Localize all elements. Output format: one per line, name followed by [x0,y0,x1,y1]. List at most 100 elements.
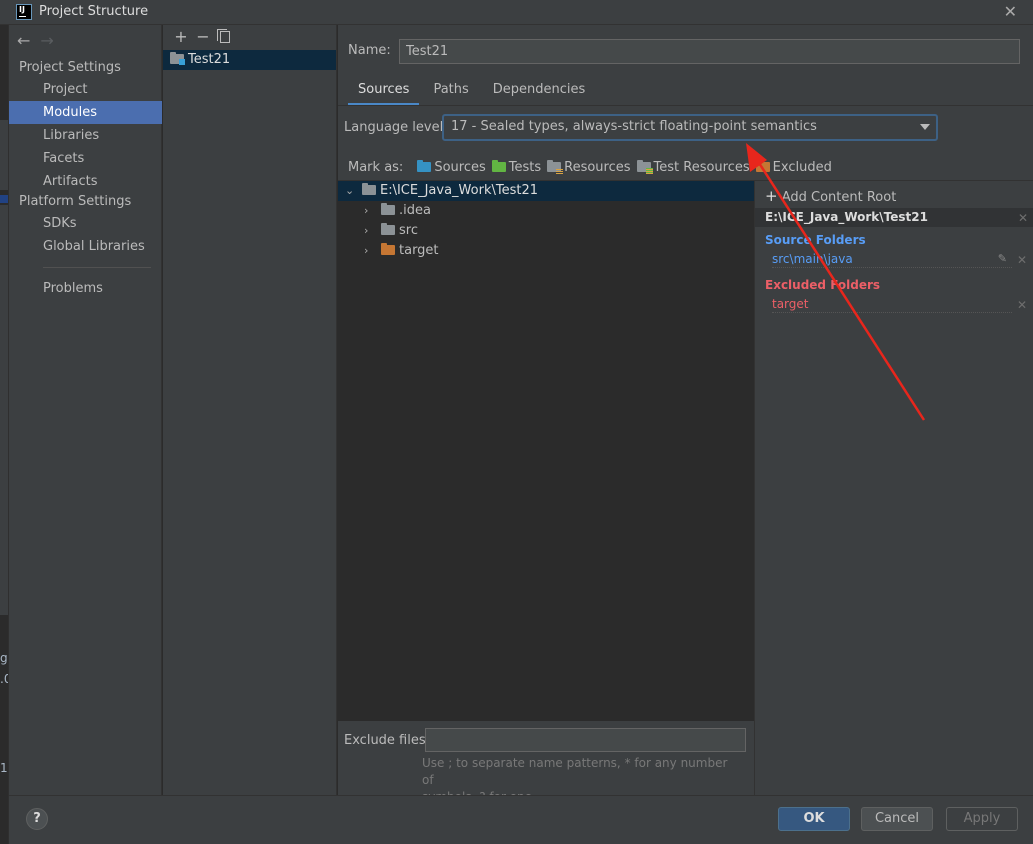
language-level-dropdown[interactable]: 17 - Sealed types, always-strict floatin… [442,114,938,141]
nav-item-sdks[interactable]: SDKs [9,212,162,235]
close-icon[interactable]: ✕ [1004,2,1017,21]
content-roots-panel: + Add Content Root E:\ICE_Java_Work\Test… [754,181,1033,795]
window-title: Project Structure [39,4,149,19]
language-level-label: Language level: [344,120,448,135]
tab-dependencies[interactable]: Dependencies [483,80,596,103]
remove-content-root-icon[interactable]: ✕ [1018,209,1028,227]
content-root-header: E:\ICE_Java_Work\Test21 ✕ [755,208,1033,227]
sources-folder-icon [417,160,432,172]
modules-toolbar: + − [163,25,336,50]
nav-item-facets[interactable]: Facets [9,147,162,170]
folder-icon [381,203,395,215]
name-label: Name: [348,43,391,58]
chevron-right-icon[interactable]: › [364,201,368,221]
chevron-right-icon[interactable]: › [364,221,368,241]
mark-sources-label: Sources [434,160,486,175]
forward-arrow-icon[interactable]: → [40,31,53,50]
mark-tests-button[interactable]: Tests [491,160,542,175]
exclude-files-label: Exclude files: [344,733,431,748]
mark-excluded-button[interactable]: Excluded [755,160,832,175]
tree-root-node[interactable]: ⌄ E:\ICE_Java_Work\Test21 [338,181,754,201]
module-item[interactable]: Test21 [163,50,336,70]
background-text: .0 [0,672,8,686]
tree-node-label: .idea [399,203,431,218]
mark-test-resources-button[interactable]: Test Resources [636,160,750,175]
chevron-down-icon[interactable]: ⌄ [345,181,354,201]
plus-icon: + [765,187,778,205]
history-nav: ← → [17,31,64,50]
platform-settings-header: Platform Settings [19,194,132,209]
tab-sources[interactable]: Sources [348,80,420,106]
mark-as-toolbar: Mark as: Sources Tests Resources Test Resour… [348,160,1033,175]
add-icon[interactable]: + [170,25,192,49]
apply-button[interactable]: Apply [946,807,1018,831]
tree-node-src[interactable]: › src [338,221,754,241]
ok-button[interactable]: OK [778,807,850,831]
tests-folder-icon [491,160,506,172]
excluded-folder-icon [381,243,395,255]
copy-icon[interactable] [214,25,236,49]
content-root-path: E:\ICE_Java_Work\Test21 [765,210,928,224]
title-bar: IJ Project Structure ✕ [0,0,1033,25]
intellij-logo-icon: IJ [16,4,32,20]
tree-node-idea[interactable]: › .idea [338,201,754,221]
background-text: ge [0,651,8,665]
nav-item-problems[interactable]: Problems [9,277,162,300]
nav-item-global-libraries[interactable]: Global Libraries [9,235,162,258]
back-arrow-icon[interactable]: ← [17,31,30,50]
nav-item-libraries[interactable]: Libraries [9,124,162,147]
dialog-footer: ? OK Cancel Apply [9,795,1033,844]
mark-resources-button[interactable]: Resources [547,160,631,175]
module-item-label: Test21 [188,52,231,67]
add-content-root-button[interactable]: + Add Content Root [765,187,896,205]
tab-paths[interactable]: Paths [423,80,478,103]
mark-test-resources-label: Test Resources [653,160,750,175]
background-text: 12 [0,761,8,775]
module-folder-icon [170,52,185,65]
resources-folder-icon [547,160,564,174]
test-resources-folder-icon [636,160,653,174]
background-panel [0,205,8,615]
settings-nav: ← → Project Settings Project Modules Libr… [9,25,162,795]
source-folders-header: Source Folders [765,233,866,247]
excluded-folders-header: Excluded Folders [765,278,881,292]
tree-root-label: E:\ICE_Java_Work\Test21 [380,183,538,198]
project-settings-header: Project Settings [19,60,121,75]
remove-icon[interactable]: − [192,25,214,49]
exclude-files-input[interactable] [425,728,746,752]
remove-excluded-folder-icon[interactable]: ✕ [1017,298,1027,312]
remove-source-folder-icon[interactable]: ✕ [1017,253,1027,267]
nav-item-modules[interactable]: Modules [9,101,162,124]
background-window-fragment: ge .0 12 [0,25,9,844]
language-level-value: 17 - Sealed types, always-strict floatin… [451,119,817,134]
add-content-root-label: Add Content Root [781,190,897,205]
chevron-right-icon[interactable]: › [364,241,368,261]
nav-item-project[interactable]: Project [9,78,162,101]
excluded-folder-icon [755,160,770,172]
cancel-button[interactable]: Cancel [861,807,933,831]
mark-tests-label: Tests [508,160,542,175]
hint-line: Use ; to separate name patterns, * for a… [422,756,728,787]
chevron-down-icon [920,124,930,130]
tree-node-label: target [399,243,439,258]
pencil-icon[interactable]: ✎ [998,252,1007,265]
excluded-folder-entry[interactable]: target [772,297,1012,313]
mark-sources-button[interactable]: Sources [417,160,486,175]
background-panel [0,120,8,190]
tree-node-target[interactable]: › target [338,241,754,261]
tree-node-label: src [399,223,418,238]
source-tree: ⌄ E:\ICE_Java_Work\Test21 › .idea › src … [338,181,754,721]
module-settings: Name: SourcesPathsDependencies Language … [338,25,1033,804]
module-tabs: Sources Paths Dependencies [348,80,599,106]
background-selection [0,195,8,203]
tabs-divider [338,105,1033,106]
nav-item-artifacts[interactable]: Artifacts [9,170,162,193]
mark-as-label: Mark as: [348,160,404,175]
help-button[interactable]: ? [26,808,48,830]
folder-icon [362,183,376,195]
nav-divider [43,267,151,268]
source-folder-entry[interactable]: src\main\java [772,252,1012,268]
name-input[interactable] [399,39,1020,64]
mark-resources-label: Resources [564,160,631,175]
mark-excluded-label: Excluded [772,160,832,175]
